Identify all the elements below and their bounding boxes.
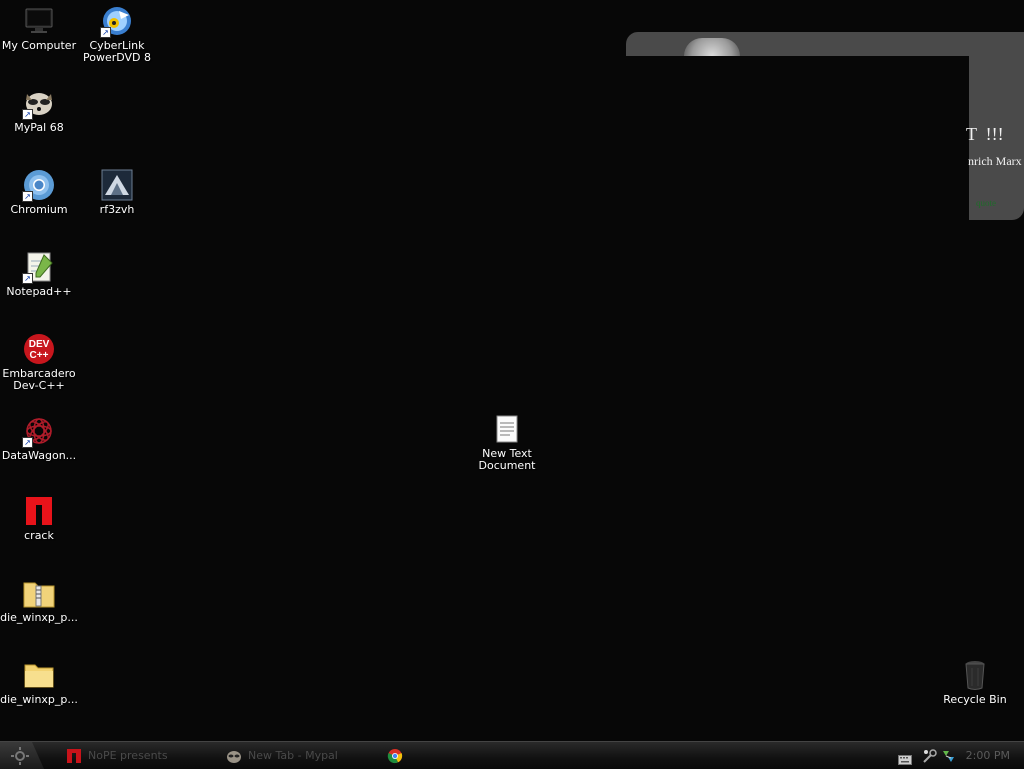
desktop-icon-label: DataWagon... bbox=[1, 449, 77, 462]
network-tray-icon[interactable] bbox=[940, 748, 956, 768]
keyboard-icon[interactable] bbox=[898, 750, 912, 769]
shortcut-arrow-icon: ↗ bbox=[22, 273, 33, 284]
desktop-icon-rf3zvh[interactable]: rf3zvh bbox=[78, 168, 156, 216]
opera-icon bbox=[67, 748, 81, 763]
desktop-icon-label: MyPal 68 bbox=[14, 121, 64, 134]
desktop-icon-label: die_winxp_p... bbox=[0, 693, 78, 706]
desktop-icon-label: Embarcadero Dev-C++ bbox=[2, 367, 76, 392]
folder-icon bbox=[22, 658, 56, 692]
desktop-icon-label: die_winxp_p... bbox=[0, 611, 78, 624]
desktop-icon-label: rf3zvh bbox=[99, 203, 135, 216]
desktop-icon-new-text-document[interactable]: New Text Document bbox=[468, 412, 546, 472]
desktop-icon-my-computer[interactable]: My Computer bbox=[0, 4, 78, 52]
desktop-icon-label: Chromium bbox=[10, 203, 68, 216]
portrait-image bbox=[684, 38, 740, 56]
start-icon bbox=[11, 747, 29, 765]
clock[interactable]: 2:00 PM bbox=[966, 749, 1010, 762]
desktop-icon-recycle-bin[interactable]: Recycle Bin bbox=[936, 658, 1014, 706]
shortcut-arrow-icon: ↗ bbox=[22, 191, 33, 202]
tools-tray-icon[interactable] bbox=[922, 748, 938, 768]
shortcut-arrow-icon: ↗ bbox=[100, 27, 111, 38]
desktop-icon-label: Recycle Bin bbox=[943, 693, 1007, 706]
shortcut-arrow-icon: ↗ bbox=[22, 437, 33, 448]
rf3zvh-icon bbox=[100, 168, 134, 202]
desktop-icon-powerdvd[interactable]: ↗ CyberLink PowerDVD 8 bbox=[78, 4, 156, 64]
taskbar-item-nope[interactable]: NoPE presents bbox=[66, 742, 216, 769]
desktop-icon-label: CyberLink PowerDVD 8 bbox=[82, 39, 152, 64]
start-button[interactable] bbox=[0, 742, 44, 769]
desktop-icon-label: My Computer bbox=[1, 39, 77, 52]
desktop-icon-mypal[interactable]: ↗ MyPal 68 bbox=[0, 86, 78, 134]
svg-text:DEV: DEV bbox=[29, 339, 50, 350]
zip-folder-icon bbox=[22, 576, 56, 610]
mypal-icon bbox=[227, 750, 241, 763]
text-document-icon bbox=[490, 412, 524, 446]
desktop-icon-label: New Text Document bbox=[478, 447, 536, 472]
gadget-headline: T !!! bbox=[966, 124, 1004, 144]
taskbar-item-chrome[interactable] bbox=[387, 742, 417, 769]
taskbar-item-mypal[interactable]: New Tab - Mypal bbox=[226, 742, 376, 769]
mypal-icon: ↗ bbox=[22, 86, 56, 120]
chromium-icon: ↗ bbox=[22, 168, 56, 202]
chrome-icon bbox=[387, 748, 403, 763]
datawagon-icon: ↗ bbox=[22, 414, 56, 448]
desktop-icon-crack[interactable]: crack bbox=[0, 494, 78, 542]
opera-icon bbox=[22, 494, 56, 528]
shortcut-arrow-icon: ↗ bbox=[22, 109, 33, 120]
devcpp-icon: DEV C++ bbox=[22, 332, 56, 366]
powerdvd-icon: ↗ bbox=[100, 4, 134, 38]
taskbar-item-label: NoPE presents bbox=[88, 749, 168, 762]
notepadpp-icon: ↗ bbox=[22, 250, 56, 284]
desktop-icon-zip-folder[interactable]: die_winxp_p... bbox=[0, 576, 78, 624]
desktop-icon-notepadpp[interactable]: ↗ Notepad++ bbox=[0, 250, 78, 298]
taskbar-item-label: New Tab - Mypal bbox=[248, 749, 338, 762]
recycle-bin-icon bbox=[958, 658, 992, 692]
gadget-footer: quote bbox=[976, 198, 996, 208]
desktop-icon-label: Notepad++ bbox=[6, 285, 72, 298]
desktop-icon-datawagon[interactable]: ↗ DataWagon... bbox=[0, 414, 78, 462]
desktop-icon-devcpp[interactable]: DEV C++ Embarcadero Dev-C++ bbox=[0, 332, 78, 392]
gadget-author: nrich Marx bbox=[968, 154, 1022, 168]
desktop-icon-folder[interactable]: die_winxp_p... bbox=[0, 658, 78, 706]
desktop-icon-chromium[interactable]: ↗ Chromium bbox=[0, 168, 78, 216]
black-window-overlay bbox=[626, 56, 969, 220]
computer-icon bbox=[22, 4, 56, 38]
svg-text:C++: C++ bbox=[30, 350, 49, 361]
taskbar: NoPE presents New Tab - Mypal 2:00 PM bbox=[0, 741, 1024, 769]
desktop-icon-label: crack bbox=[24, 529, 54, 542]
